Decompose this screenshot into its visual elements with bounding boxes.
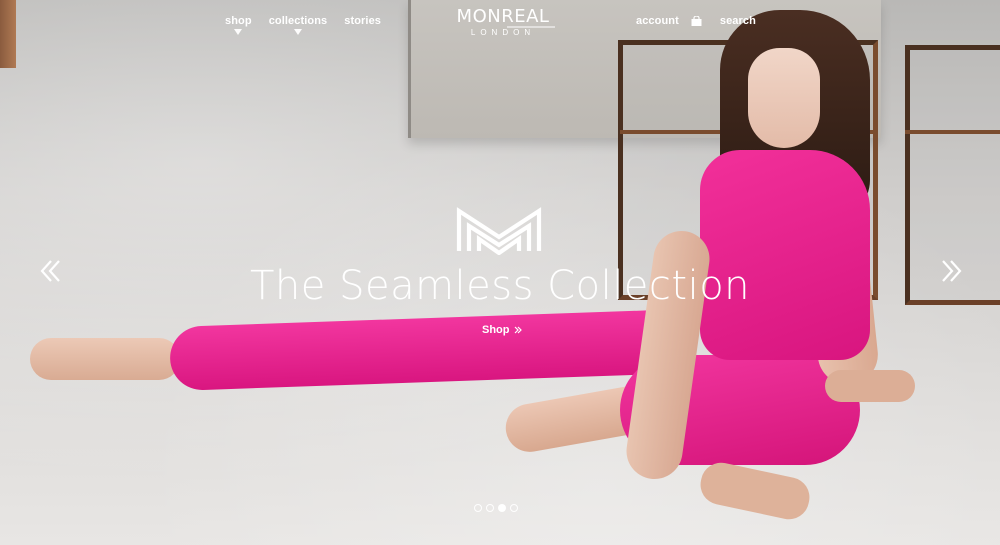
chevron-down-icon[interactable] (293, 29, 302, 35)
chevron-down-icon[interactable] (234, 29, 243, 35)
model-foot (30, 338, 180, 380)
primary-nav: shop collections stories (225, 15, 381, 35)
carousel-dot-1[interactable] (474, 504, 482, 512)
carousel-dot-2[interactable] (486, 504, 494, 512)
double-chevron-right-icon[interactable] (938, 258, 964, 284)
carousel-dot-3[interactable] (498, 504, 506, 512)
brand-logo[interactable]: MONREAL LONDON (447, 6, 559, 37)
model-face (748, 48, 820, 148)
shop-now-link[interactable]: Shop (482, 324, 522, 336)
model-torso (700, 150, 870, 360)
carousel-pagination (474, 504, 518, 512)
model-hand (825, 370, 915, 402)
furniture-leg (0, 0, 16, 68)
nav-shop-label[interactable]: shop (225, 15, 252, 27)
nav-stories-label[interactable]: stories (344, 15, 381, 27)
shopping-bag-icon[interactable] (691, 16, 702, 26)
double-chevron-left-icon[interactable] (38, 258, 64, 284)
nav-collections[interactable]: collections (269, 15, 328, 35)
logo-subtitle: LONDON (470, 28, 536, 37)
nav-collections-label[interactable]: collections (269, 15, 328, 27)
carousel-dot-4[interactable] (510, 504, 518, 512)
monreal-emblem-icon (456, 207, 542, 255)
nav-shop[interactable]: shop (225, 15, 252, 35)
double-chevron-right-icon[interactable] (514, 326, 522, 334)
account-link[interactable]: account (636, 15, 679, 27)
utility-nav: account search (636, 15, 756, 27)
table-shelf (905, 130, 1000, 134)
hero-headline: The Seamless Collection (249, 263, 751, 309)
logo-wordmark[interactable]: MONREAL (447, 6, 559, 28)
search-link[interactable]: search (720, 15, 756, 27)
shop-now-label[interactable]: Shop (482, 324, 510, 336)
nav-stories[interactable]: stories (344, 15, 381, 35)
